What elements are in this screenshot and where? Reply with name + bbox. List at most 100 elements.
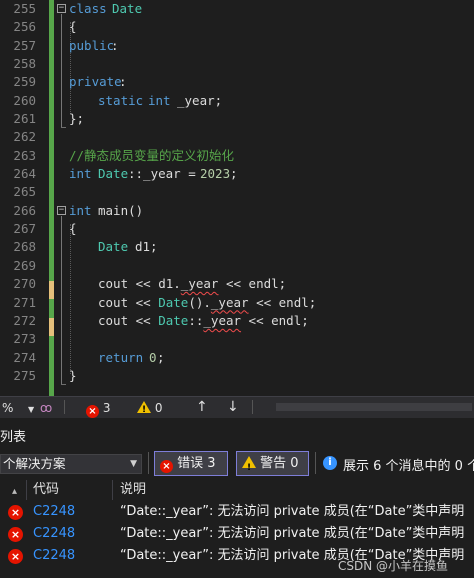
zoom-level[interactable]: %: [2, 400, 13, 416]
code-line-269[interactable]: [56, 257, 474, 275]
code-line-258[interactable]: [56, 55, 474, 73]
code-text: << endl;: [218, 276, 287, 292]
line-number: 264: [13, 166, 36, 182]
code-line-274[interactable]: return 0 ;: [56, 349, 474, 367]
line-number: 258: [13, 56, 36, 72]
scope-dropdown[interactable]: 个解决方案 ▼: [0, 454, 142, 474]
code-line-264[interactable]: int Date ::_year = 2023 ;: [56, 165, 474, 183]
intellicode-icon[interactable]: ꝏ: [40, 400, 52, 416]
code-text: cout <<: [98, 294, 159, 310]
error-code-link[interactable]: C2248: [33, 525, 75, 543]
class-name: Date: [98, 239, 129, 255]
brace: {: [69, 221, 77, 237]
editor-status-strip: % ▼ ꝏ × 3 ! 0 ↑ ↓: [0, 396, 474, 418]
line-number: 268: [13, 239, 36, 255]
line-number: 261: [13, 111, 36, 127]
brace: };: [69, 111, 85, 127]
code-line-270[interactable]: cout << d1._year << endl;: [56, 275, 474, 293]
line-number: 271: [13, 294, 36, 310]
error-code-link[interactable]: C2248: [33, 503, 75, 521]
line-number: 270: [13, 276, 36, 292]
line-number: 256: [13, 19, 36, 35]
divider: [252, 400, 253, 414]
collapse-icon[interactable]: −: [57, 4, 66, 13]
column-header-code[interactable]: 代码: [33, 481, 59, 499]
error-code-link[interactable]: C2248: [33, 547, 75, 565]
warnings-filter-button[interactable]: ! 警告 0: [236, 451, 309, 476]
access-specifier: public: [69, 37, 115, 53]
errors-filter-button[interactable]: × 错误 3: [154, 451, 228, 476]
code-line-260[interactable]: static int _year;: [56, 92, 474, 110]
warning-icon: !: [242, 456, 256, 473]
code-line-275[interactable]: }: [56, 367, 474, 385]
error-row[interactable]: × C2248 “Date::_year”: 无法访问 private 成员(在…: [0, 502, 474, 523]
line-number: 263: [13, 147, 36, 163]
line-number: 272: [13, 312, 36, 328]
brace: {: [69, 19, 77, 35]
class-name: Date: [98, 166, 129, 182]
line-number: 255: [13, 1, 36, 16]
brace: }: [69, 367, 77, 383]
sort-icon[interactable]: ▴: [12, 483, 17, 501]
error-squiggle[interactable]: _year: [203, 313, 241, 328]
error-row[interactable]: × C2248 “Date::_year”: 无法访问 private 成员(在…: [0, 524, 474, 545]
change-tracking-bar: [49, 0, 54, 396]
class-name: Date: [158, 312, 189, 328]
code-text: cout <<: [98, 312, 159, 328]
semicolon: ;: [157, 349, 165, 365]
code-line-271[interactable]: cout << Date()._year << endl;: [56, 294, 474, 312]
code-line-265[interactable]: [56, 183, 474, 201]
column-divider[interactable]: [26, 480, 27, 500]
error-count: 3: [102, 401, 111, 415]
class-name: Date: [158, 294, 189, 310]
messages-filter-label[interactable]: 展示 6 个消息中的 0 个: [343, 455, 474, 474]
code-line-257[interactable]: public:: [56, 37, 474, 55]
line-number: 265: [13, 184, 36, 200]
unsaved-change-marker: [49, 281, 54, 299]
number-literal: 2023: [200, 166, 231, 182]
code-editor[interactable]: 255 256 257 258 259 260 261 262 263 264 265 266 267 2…: [0, 0, 474, 396]
next-issue-arrow-icon[interactable]: ↓: [227, 399, 239, 415]
code-line-267[interactable]: {: [56, 220, 474, 238]
code-text: ::: [188, 312, 204, 328]
code-line-272[interactable]: cout << Date::_year << endl;: [56, 312, 474, 330]
code-line-263[interactable]: //静态成员变量的定义初始化: [56, 147, 474, 165]
column-divider[interactable]: [112, 480, 113, 500]
line-number-gutter: 255 256 257 258 259 260 261 262 263 264 265 266 267 2…: [0, 0, 38, 396]
code-line-259[interactable]: private:: [56, 73, 474, 91]
previous-issue-arrow-icon[interactable]: ↑: [196, 399, 208, 415]
chevron-down-icon: ▼: [130, 459, 137, 469]
code-area[interactable]: − class Date { public: private: static i…: [56, 0, 474, 396]
error-squiggle[interactable]: _year: [211, 295, 249, 310]
zoom-dropdown-icon[interactable]: ▼: [28, 402, 34, 418]
code-line-273[interactable]: [56, 330, 474, 348]
code-line-256[interactable]: {: [56, 18, 474, 36]
info-icon[interactable]: i: [323, 456, 337, 470]
code-line-255[interactable]: − class Date: [56, 0, 474, 18]
collapse-icon[interactable]: −: [57, 205, 66, 215]
line-number: 267: [13, 221, 36, 237]
code-text: ().: [188, 294, 211, 310]
warning-icon: !: [137, 401, 151, 415]
error-icon: ×: [8, 549, 23, 564]
line-number: 273: [13, 331, 36, 347]
code-line-261[interactable]: };: [56, 110, 474, 128]
error-description: “Date::_year”: 无法访问 private 成员(在“Date”类中…: [120, 526, 465, 541]
divider: [148, 452, 149, 474]
identifier: ::_year =: [128, 166, 204, 182]
line-number: 260: [13, 92, 36, 108]
warning-indicator[interactable]: ! 0: [137, 400, 162, 416]
horizontal-scrollbar[interactable]: [276, 403, 472, 411]
code-line-268[interactable]: Date d1;: [56, 238, 474, 256]
error-squiggle[interactable]: _year: [181, 276, 219, 291]
column-header-description[interactable]: 说明: [120, 481, 146, 499]
error-description: “Date::_year”: 无法访问 private 成员(在“Date”类中…: [120, 504, 465, 519]
code-line-262[interactable]: [56, 128, 474, 146]
error-indicator[interactable]: × 3: [86, 400, 110, 418]
code-line-266[interactable]: − int main(): [56, 202, 474, 220]
identifier: _year;: [177, 92, 223, 108]
panel-title: 列表: [0, 430, 27, 445]
errors-filter-label: 错误 3: [177, 456, 216, 471]
divider: [64, 400, 65, 414]
unsaved-change-marker: [49, 318, 54, 336]
